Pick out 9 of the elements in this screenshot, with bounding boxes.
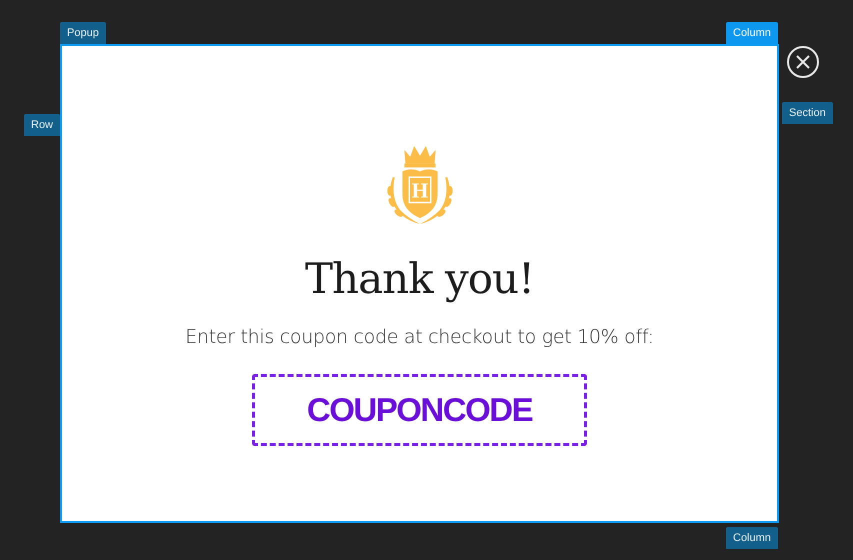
element-label[interactable]: Section <box>782 102 833 124</box>
heading: Thank you! <box>305 256 534 302</box>
message-text: Enter this coupon code at checkout to get 10% off: <box>185 326 654 348</box>
close-icon[interactable] <box>786 45 820 79</box>
coupon-code: COUPONCODE <box>252 374 587 446</box>
element-label[interactable]: Popup <box>60 22 106 44</box>
element-label[interactable]: Column <box>726 527 778 549</box>
element-label[interactable]: Column <box>726 22 778 44</box>
element-label[interactable]: Row <box>24 114 60 136</box>
